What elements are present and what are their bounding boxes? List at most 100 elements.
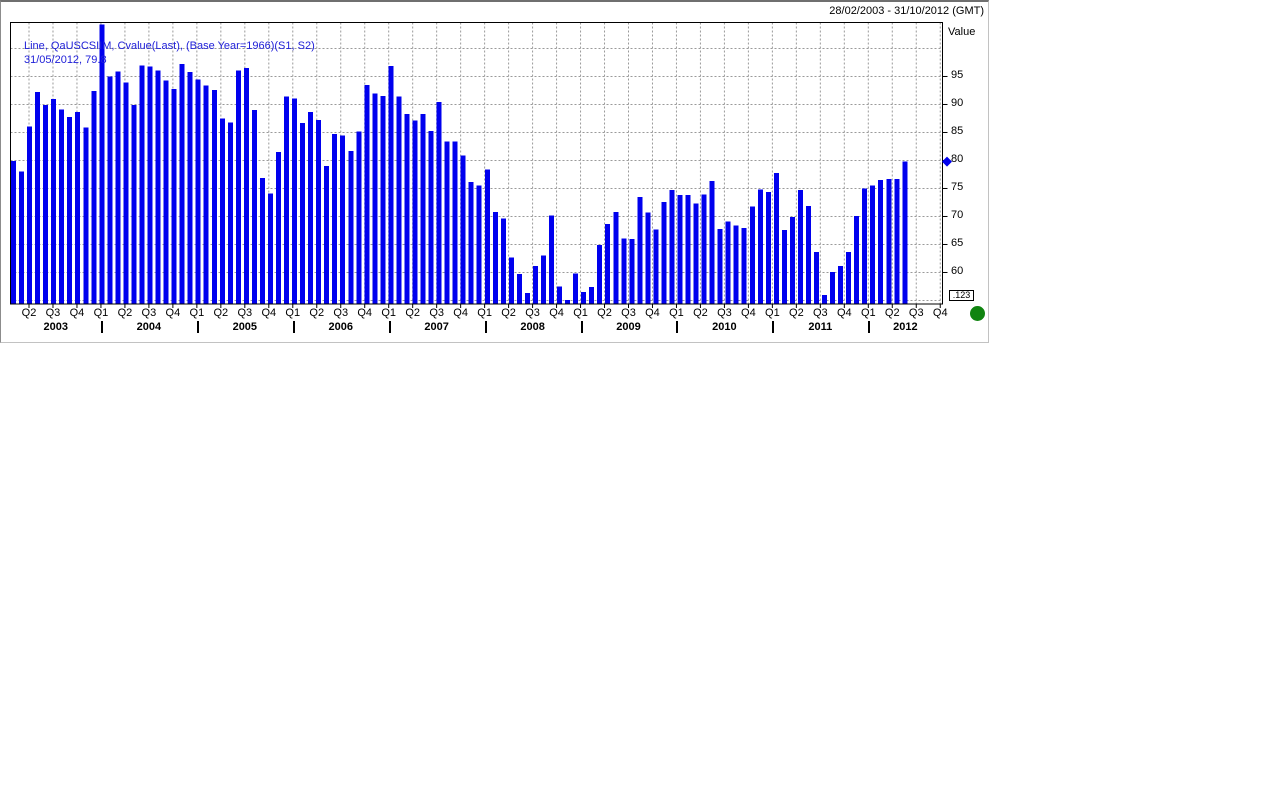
quarter-label: Q3	[621, 307, 636, 319]
bar	[653, 229, 658, 304]
year-label: 2008	[520, 321, 544, 333]
bar	[661, 202, 666, 304]
quarter-label: Q1	[477, 307, 492, 319]
bar	[894, 179, 899, 304]
y-tick-label: 65	[951, 237, 963, 249]
year-separator	[101, 321, 103, 333]
bar	[573, 274, 578, 304]
bar	[220, 118, 225, 304]
bar	[284, 97, 289, 304]
year-separator	[197, 321, 199, 333]
bar	[204, 85, 209, 304]
quarter-label: Q3	[333, 307, 348, 319]
quarter-label: Q2	[789, 307, 804, 319]
quarter-label: Q1	[765, 307, 780, 319]
y-tick-label: 60	[951, 265, 963, 277]
bar	[380, 96, 385, 304]
bar	[541, 256, 546, 304]
bar	[91, 91, 96, 304]
bar	[83, 127, 88, 304]
quarter-label: Q3	[813, 307, 828, 319]
bar	[67, 117, 72, 304]
quarter-label: Q4	[357, 307, 372, 319]
bar	[228, 122, 233, 304]
bar	[846, 252, 851, 304]
bar	[429, 131, 434, 304]
bar	[790, 217, 795, 304]
bar	[148, 66, 153, 304]
bar	[878, 180, 883, 304]
bar	[862, 188, 867, 304]
bar	[123, 83, 128, 304]
date-range-label: 28/02/2003 - 31/10/2012 (GMT)	[829, 5, 984, 17]
bar	[677, 195, 682, 304]
decimal-format-button[interactable]: .123	[949, 290, 974, 301]
chart-legend[interactable]: Line, QaUSCSIIM, Cvalue(Last), (Base Yea…	[24, 39, 315, 67]
bar	[421, 114, 426, 304]
bar	[180, 64, 185, 304]
bar	[461, 155, 466, 304]
bar	[758, 190, 763, 304]
quarter-label: Q1	[285, 307, 300, 319]
bar	[501, 219, 506, 304]
bar	[750, 206, 755, 304]
y-tick-label: 75	[951, 181, 963, 193]
quarter-label: Q2	[118, 307, 133, 319]
bar	[645, 213, 650, 304]
bar	[565, 300, 570, 304]
quarter-label: Q4	[166, 307, 181, 319]
quarter-label: Q1	[669, 307, 684, 319]
quarter-label: Q3	[237, 307, 252, 319]
y-tick-label: 85	[951, 125, 963, 137]
bar	[276, 152, 281, 304]
bar	[316, 120, 321, 304]
bar	[453, 141, 458, 304]
y-tick-label: 90	[951, 97, 963, 109]
bar	[782, 230, 787, 304]
bar	[533, 266, 538, 304]
bar	[517, 274, 522, 304]
bar	[774, 173, 779, 304]
bar	[854, 216, 859, 304]
quarter-label: Q1	[381, 307, 396, 319]
bar	[525, 293, 530, 304]
bar	[870, 186, 875, 304]
bar	[292, 98, 297, 304]
bar	[637, 197, 642, 304]
quarter-label: Q3	[525, 307, 540, 319]
year-separator	[581, 321, 583, 333]
year-label: 2006	[328, 321, 352, 333]
quarter-label: Q1	[861, 307, 876, 319]
bar	[59, 110, 64, 304]
quarter-label: Q1	[94, 307, 109, 319]
bar	[509, 257, 514, 304]
quarter-label: Q4	[453, 307, 468, 319]
bar	[196, 79, 201, 304]
bar	[814, 252, 819, 304]
chart-window: 28/02/2003 - 31/10/2012 (GMT) Value Line…	[0, 0, 989, 343]
quarter-label: Q4	[933, 307, 948, 319]
bar	[718, 229, 723, 304]
quarter-label: Q4	[645, 307, 660, 319]
bar	[694, 204, 699, 304]
bar	[404, 114, 409, 304]
bar	[388, 66, 393, 304]
quarter-label: Q4	[261, 307, 276, 319]
y-tick-label: 70	[951, 209, 963, 221]
bar	[139, 65, 144, 304]
bar	[485, 169, 490, 304]
bar	[19, 172, 24, 304]
bar	[445, 141, 450, 304]
bar	[164, 80, 169, 304]
bar	[107, 76, 112, 304]
quarter-label: Q2	[309, 307, 324, 319]
quarter-label: Q2	[501, 307, 516, 319]
quarter-label: Q2	[693, 307, 708, 319]
bar	[702, 195, 707, 304]
quarter-label: Q1	[190, 307, 205, 319]
value-axis-title: Value	[948, 26, 975, 38]
bar	[734, 225, 739, 304]
bar	[581, 292, 586, 304]
year-label: 2003	[43, 321, 67, 333]
bar	[51, 99, 56, 304]
